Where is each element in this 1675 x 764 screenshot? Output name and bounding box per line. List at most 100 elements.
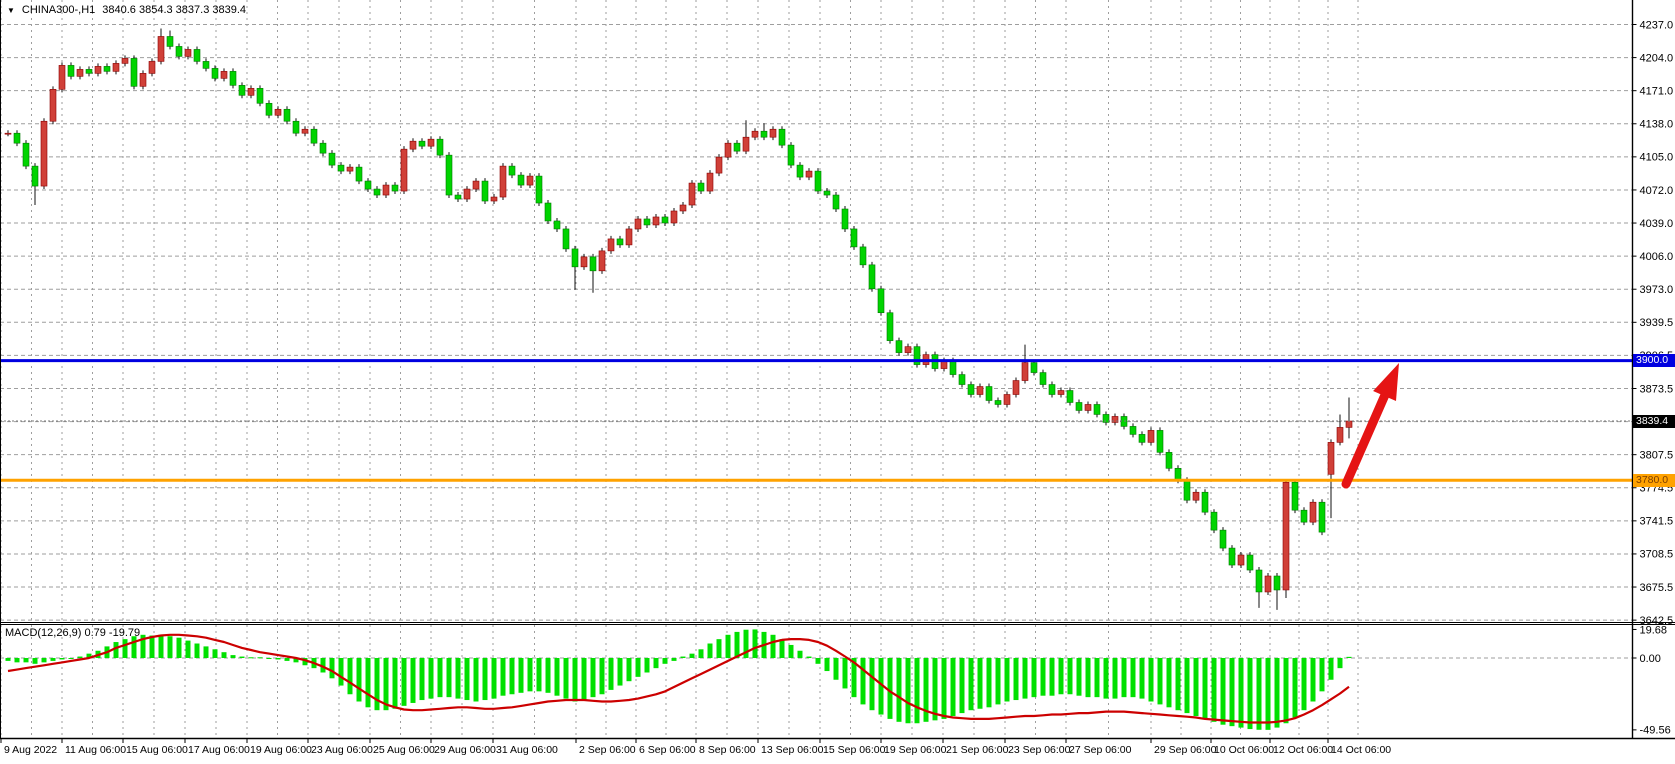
bull-candle <box>464 189 470 199</box>
macd-histogram-bar <box>1014 658 1019 700</box>
macd-histogram-bar <box>267 658 272 659</box>
time-axis-label: 27 Sep 06:00 <box>1069 744 1132 756</box>
time-axis-label: 29 Sep 06:00 <box>1154 744 1217 756</box>
arrow-head <box>1373 363 1399 401</box>
price-axis-label: 3675.5 <box>1640 582 1674 594</box>
bull-candle <box>977 387 983 395</box>
macd-histogram-bar <box>1005 658 1010 702</box>
time-axis-label: 21 Sep 06:00 <box>946 744 1009 756</box>
ohlc-values: 3840.6 3854.3 3837.3 3839.4 <box>102 4 246 16</box>
price-axis-label: 4039.0 <box>1640 218 1674 230</box>
price-axis-label: 4006.0 <box>1640 251 1674 263</box>
macd-histogram-bar <box>60 658 65 659</box>
bear-candle <box>662 217 668 223</box>
bear-candle <box>545 203 551 221</box>
bull-candle <box>743 137 749 151</box>
price-axis-label: 4072.0 <box>1640 185 1674 197</box>
trend-arrow[interactable] <box>1346 363 1399 484</box>
bear-candle <box>419 141 425 146</box>
macd-histogram-bar <box>564 658 569 699</box>
macd-histogram-bar <box>825 658 830 671</box>
bear-candle <box>1040 373 1046 385</box>
macd-histogram-bar <box>726 635 731 658</box>
price-axis-label: 4204.0 <box>1640 52 1674 64</box>
time-axis[interactable]: 9 Aug 202211 Aug 06:0015 Aug 06:0017 Aug… <box>1 739 1391 757</box>
bull-candle <box>1085 404 1091 410</box>
bull-candle <box>1337 427 1343 442</box>
bear-candle <box>833 195 839 209</box>
macd-histogram-bar <box>600 658 605 694</box>
bull-candle <box>1310 502 1316 522</box>
macd-histogram-bar <box>1122 658 1127 697</box>
macd-histogram-bar <box>51 658 56 661</box>
bull-candle <box>140 73 146 86</box>
bear-candle <box>194 49 200 61</box>
macd-histogram-bar <box>1050 658 1055 696</box>
bear-candle <box>734 143 740 151</box>
macd-histogram-bar <box>132 636 137 658</box>
bull-candle <box>671 211 677 223</box>
time-axis-label: 25 Aug 06:00 <box>373 744 435 756</box>
price-axis-label: 3807.5 <box>1640 449 1674 461</box>
macd-histogram-bar <box>114 642 119 658</box>
macd-histogram-bar <box>204 646 209 658</box>
bull-candle <box>185 49 191 56</box>
macd-histogram-bar <box>240 657 245 658</box>
bear-candle <box>356 167 362 181</box>
bear-candle <box>968 385 974 395</box>
price-axis-label: 4105.0 <box>1640 152 1674 164</box>
bear-candle <box>32 166 38 186</box>
bear-candle <box>1130 426 1136 434</box>
bear-candle <box>950 361 956 375</box>
macd-histogram-bar <box>69 658 74 659</box>
symbol-dropdown-caret-icon[interactable]: ▼ <box>7 6 15 15</box>
macd-histogram-bar <box>816 658 821 664</box>
bear-candle <box>365 181 371 189</box>
macd-histogram-bar <box>492 658 497 699</box>
bull-candle <box>581 257 587 267</box>
price-axis-label: 3741.5 <box>1640 516 1674 528</box>
bull-candle <box>1283 482 1289 590</box>
bear-candle <box>779 129 785 145</box>
bear-candle <box>1220 530 1226 548</box>
bear-candle <box>536 176 542 203</box>
bull-candle <box>725 143 731 157</box>
bull-candle <box>653 217 659 225</box>
bear-candle <box>1211 512 1217 530</box>
macd-histogram-bar <box>393 658 398 709</box>
bull-candle <box>77 69 83 76</box>
bull-candle <box>689 183 695 205</box>
blue-line-price-tag: 3900.0 <box>1633 354 1675 367</box>
time-axis-label: 13 Sep 06:00 <box>761 744 824 756</box>
macd-histogram-bar <box>330 658 335 678</box>
bear-candle <box>788 145 794 165</box>
bear-candle <box>1256 570 1262 592</box>
bear-candle <box>14 133 20 143</box>
macd-histogram-bar <box>78 657 83 658</box>
macd-histogram-bar <box>339 658 344 686</box>
macd-histogram-bar <box>708 644 713 659</box>
time-axis-label: 8 Sep 06:00 <box>699 744 756 756</box>
price-axis-label: 3708.5 <box>1640 549 1674 561</box>
bear-candle <box>1157 430 1163 452</box>
macd-histogram-bar <box>177 638 182 658</box>
macd-histogram-bar <box>195 644 200 659</box>
bear-candle <box>131 58 137 86</box>
price-axis-label: 3873.5 <box>1640 383 1674 395</box>
macd-histogram-bar <box>519 658 524 693</box>
macd-histogram-bar <box>780 639 785 658</box>
trading-chart[interactable]: 4237.04204.04171.04138.04105.04072.04039… <box>0 0 1675 764</box>
macd-histogram-bar <box>15 658 20 662</box>
bear-candle <box>392 185 398 191</box>
price-axis-label: 3939.5 <box>1640 317 1674 329</box>
price-axis-label: 4237.0 <box>1640 19 1674 31</box>
time-axis-label: 23 Sep 06:00 <box>1008 744 1071 756</box>
bear-candle <box>446 155 452 195</box>
time-axis-label: 31 Aug 06:00 <box>496 744 558 756</box>
macd-histogram-bar <box>33 658 38 664</box>
price-axis[interactable]: 4237.04204.04171.04138.04105.04072.04039… <box>1633 19 1674 736</box>
bear-candle <box>509 166 515 175</box>
bear-candle <box>644 219 650 225</box>
macd-histogram-bar <box>528 658 533 691</box>
macd-histogram-bar <box>474 658 479 702</box>
